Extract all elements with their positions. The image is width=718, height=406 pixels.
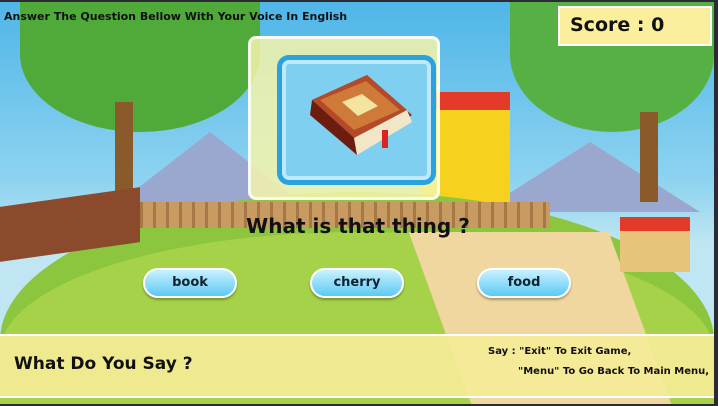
answer-button-cherry[interactable]: cherry — [310, 268, 404, 298]
question-text: What is that thing ? — [246, 214, 470, 238]
score-label: Score : 0 — [570, 14, 665, 36]
answer-button-book[interactable]: book — [143, 268, 237, 298]
answer-button-food[interactable]: food — [477, 268, 571, 298]
instruction-text: Answer The Question Bellow With Your Voi… — [4, 10, 348, 23]
help-line-2: "Menu" To Go Back To Main Menu, — [518, 366, 710, 377]
bottom-panel: What Do You Say ? Say : "Exit" To Exit G… — [0, 334, 714, 398]
prompt-text: What Do You Say ? — [14, 354, 193, 374]
tree-trunk — [640, 112, 658, 202]
game-scene: Answer The Question Bellow With Your Voi… — [0, 2, 714, 404]
question-image-frame — [277, 55, 436, 185]
book-icon — [310, 75, 412, 155]
help-line-1: Say : "Exit" To Exit Game, — [488, 346, 632, 357]
dog-house — [620, 217, 690, 272]
score-box: Score : 0 — [558, 6, 712, 46]
